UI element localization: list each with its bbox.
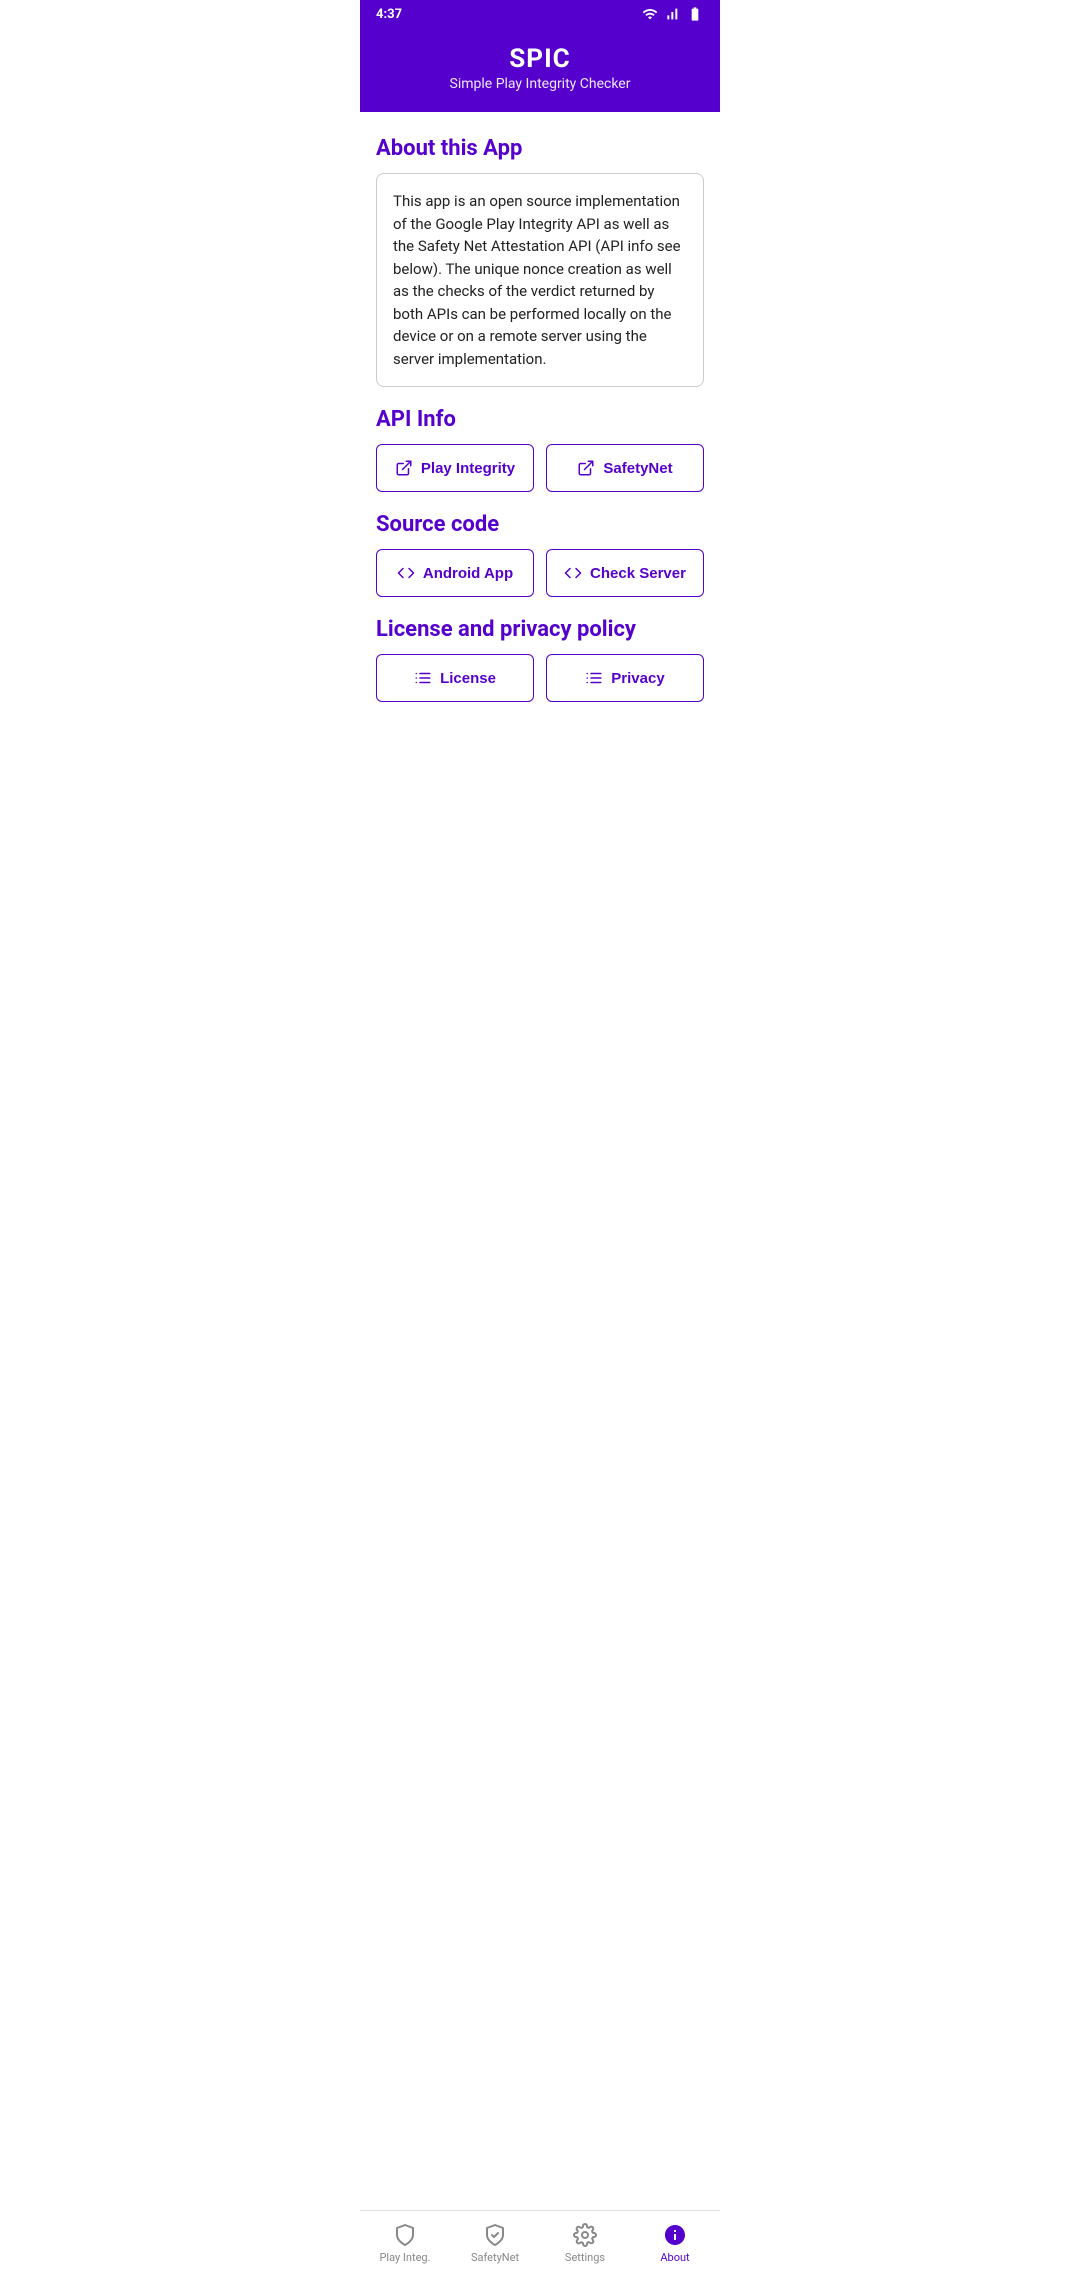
battery-icon	[686, 6, 704, 22]
list-icon	[414, 669, 432, 687]
nav-label-about: About	[660, 2251, 689, 2264]
play-integrity-button[interactable]: Play Integrity	[376, 444, 534, 492]
android-app-label: Android App	[423, 565, 513, 582]
license-buttons: License Privacy	[376, 654, 704, 702]
app-title: SPIC	[376, 44, 704, 74]
android-app-button[interactable]: Android App	[376, 549, 534, 597]
code-icon-2	[564, 564, 582, 582]
settings-nav-icon	[573, 2223, 597, 2247]
about-section-title: About this App	[376, 136, 704, 161]
external-link-icon-2	[577, 459, 595, 477]
license-label: License	[440, 670, 496, 687]
status-bar: 4:37	[360, 0, 720, 28]
api-info-buttons: Play Integrity SafetyNet	[376, 444, 704, 492]
external-link-icon	[395, 459, 413, 477]
nav-item-about[interactable]: About	[630, 2219, 720, 2268]
source-code-buttons: Android App Check Server	[376, 549, 704, 597]
play-integrity-nav-icon	[393, 2223, 417, 2247]
code-icon	[397, 564, 415, 582]
safetynet-label: SafetyNet	[603, 460, 672, 477]
nav-item-settings[interactable]: Settings	[540, 2219, 630, 2268]
list-icon-2	[585, 669, 603, 687]
wifi-icon	[642, 6, 658, 22]
play-integrity-label: Play Integrity	[421, 460, 515, 477]
check-server-button[interactable]: Check Server	[546, 549, 704, 597]
app-bar: SPIC Simple Play Integrity Checker	[360, 28, 720, 112]
about-nav-icon	[663, 2223, 687, 2247]
about-description: This app is an open source implementatio…	[376, 173, 704, 387]
status-icons	[642, 6, 704, 22]
nav-label-settings: Settings	[565, 2251, 605, 2264]
privacy-button[interactable]: Privacy	[546, 654, 704, 702]
safetynet-button[interactable]: SafetyNet	[546, 444, 704, 492]
nav-label-safetynet: SafetyNet	[471, 2251, 519, 2264]
check-server-label: Check Server	[590, 565, 686, 582]
api-info-section-title: API Info	[376, 407, 704, 432]
nav-item-play-integrity[interactable]: Play Integ.	[360, 2219, 450, 2268]
app-subtitle: Simple Play Integrity Checker	[376, 76, 704, 92]
status-time: 4:37	[376, 7, 402, 22]
license-button[interactable]: License	[376, 654, 534, 702]
signal-icon	[664, 6, 680, 22]
main-content: About this App This app is an open sourc…	[360, 112, 720, 802]
bottom-navigation: Play Integ. SafetyNet Settings About	[360, 2210, 720, 2280]
safetynet-nav-icon	[483, 2223, 507, 2247]
source-code-section-title: Source code	[376, 512, 704, 537]
nav-label-play-integrity: Play Integ.	[379, 2251, 430, 2264]
nav-item-safetynet[interactable]: SafetyNet	[450, 2219, 540, 2268]
license-section-title: License and privacy policy	[376, 617, 704, 642]
privacy-label: Privacy	[611, 670, 664, 687]
